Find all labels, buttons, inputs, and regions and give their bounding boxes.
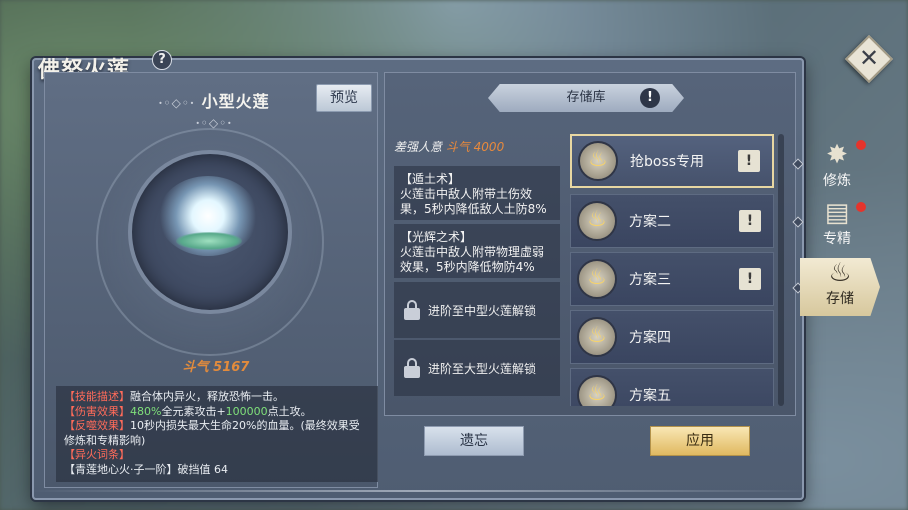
- plan-scrollbar[interactable]: [778, 134, 784, 406]
- skill-name: ·◦◇◦· 小型火莲 ·◦◇◦·: [158, 92, 270, 130]
- flame-emblem-icon: ♨: [577, 375, 617, 406]
- apply-button[interactable]: 应用: [650, 426, 750, 456]
- skill-card[interactable]: 【光辉之术】 火莲击中敌人附带物理虚弱效果，5秒内降低物防4%: [394, 224, 560, 278]
- plan-item[interactable]: ♨ 抢boss专用 !: [570, 134, 774, 188]
- alert-icon[interactable]: !: [640, 88, 660, 108]
- help-icon[interactable]: ?: [152, 50, 172, 70]
- plan-item[interactable]: ♨ 方案五: [570, 368, 774, 406]
- flame-emblem-icon: ♨: [577, 201, 617, 241]
- desc-line: 【伤害效果】480%全元素攻击+100000点土攻。: [64, 404, 312, 418]
- flame-emblem-icon: ♨: [577, 317, 617, 357]
- preview-button[interactable]: 预览: [316, 84, 372, 112]
- skill-card[interactable]: 【遁土术】 火莲击中敌人附带土伤效果，5秒内降低敌人土防8%: [394, 166, 560, 220]
- flame-emblem-icon: ♨: [578, 141, 618, 181]
- notify-dot: [856, 140, 866, 150]
- desc-line: 【反噬效果】10秒内损失最大生命20%的血量。(最终效果受修炼和专精影响): [64, 419, 360, 447]
- ornament-left-icon: ·◦◇◦·: [158, 96, 196, 110]
- desc-line: 【青莲地心火·子一阶】破挡值 64: [64, 462, 228, 476]
- bottom-ornament: [28, 490, 808, 492]
- plan-item[interactable]: ♨ 方案四: [570, 310, 774, 364]
- edit-icon[interactable]: !: [739, 210, 761, 232]
- tab-storage-side[interactable]: ♨ 存储: [800, 258, 880, 316]
- notify-dot: [856, 202, 866, 212]
- locked-slot[interactable]: 进阶至大型火莲解锁: [394, 340, 560, 396]
- lock-icon: [404, 300, 420, 320]
- douqi-value: 斗气 5167: [182, 360, 250, 375]
- edit-icon[interactable]: !: [738, 150, 760, 172]
- storage-icon: ♨: [828, 258, 852, 288]
- plan-list: ♨ 抢boss专用 ! ♨ 方案二 ! ♨ 方案三 ! ♨ 方案四 ♨ 方案五: [570, 134, 776, 406]
- requirement-row: 差强人意 斗气 4000: [394, 140, 505, 154]
- plan-item[interactable]: ♨ 方案二 !: [570, 194, 774, 248]
- locked-slot[interactable]: 进阶至中型火莲解锁: [394, 282, 560, 338]
- desc-line: 【异火词条】: [64, 448, 130, 461]
- lock-icon: [404, 358, 420, 378]
- close-icon[interactable]: ✕: [852, 42, 886, 76]
- forget-button[interactable]: 遗忘: [424, 426, 524, 456]
- lotus-leaf: [176, 232, 242, 250]
- skill-description: 【技能描述】融合体内异火，释放恐怖一击。 【伤害效果】480%全元素攻击+100…: [56, 386, 378, 482]
- desc-line: 【技能描述】融合体内异火，释放恐怖一击。: [64, 390, 284, 403]
- plan-item[interactable]: ♨ 方案三 !: [570, 252, 774, 306]
- edit-icon[interactable]: !: [739, 268, 761, 290]
- flame-emblem-icon: ♨: [577, 259, 617, 299]
